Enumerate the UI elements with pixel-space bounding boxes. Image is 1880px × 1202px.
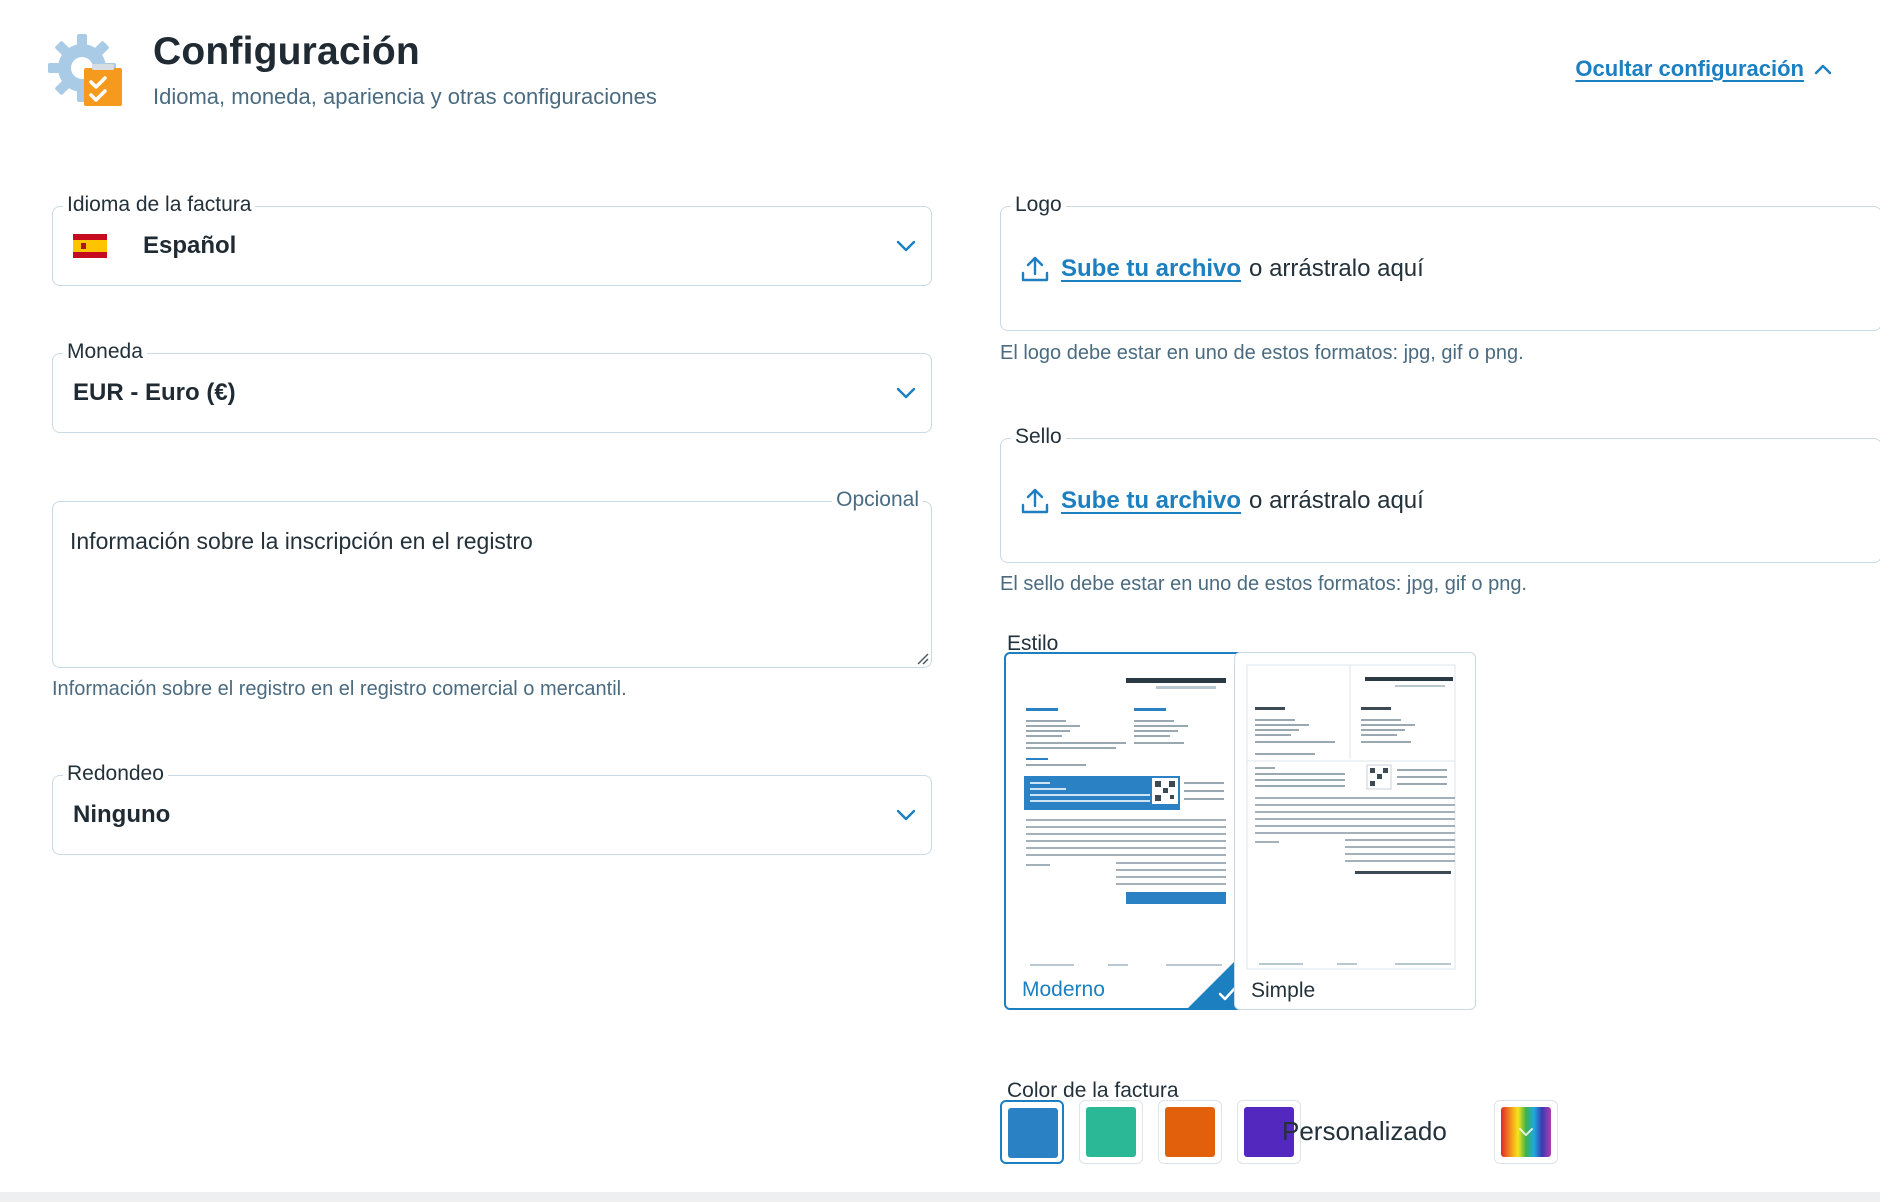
color-swatch-blue-fill	[1008, 1108, 1058, 1158]
custom-color-label: Personalizado	[1282, 1116, 1447, 1146]
currency-value: EUR - Euro (€)	[73, 379, 236, 406]
rounding-select[interactable]: Redondeo Ninguno	[52, 761, 932, 855]
language-select[interactable]: Idioma de la factura Español	[52, 192, 932, 286]
stamp-upload-dropzone[interactable]: Sello Sube tu archivo o arrástralo aquí	[1000, 424, 1880, 563]
hide-configuration-label: Ocultar configuración	[1575, 56, 1804, 81]
settings-gear-checklist-icon	[48, 34, 122, 106]
currency-select[interactable]: Moneda EUR - Euro (€)	[52, 339, 932, 433]
logo-upload-text: o arrástralo aquí	[1249, 254, 1424, 282]
page-subtitle: Idioma, moneda, apariencia y otras confi…	[153, 84, 657, 109]
style-option-modern[interactable]: Moderno	[1004, 652, 1246, 1010]
color-swatch-teal[interactable]	[1079, 1100, 1143, 1164]
registration-hint: Información sobre el registro en el regi…	[52, 678, 627, 700]
color-swatch-teal-fill	[1086, 1107, 1136, 1157]
logo-upload-dropzone[interactable]: Logo Sube tu archivo o arrástralo aquí	[1000, 192, 1880, 331]
style-option-simple[interactable]: Simple	[1234, 652, 1476, 1010]
color-swatch-orange-fill	[1165, 1107, 1215, 1157]
stamp-hint: El sello debe estar en uno de estos form…	[1000, 573, 1527, 595]
upload-icon	[1021, 256, 1049, 281]
stamp-upload-text: o arrástralo aquí	[1249, 486, 1424, 514]
stamp-upload-link[interactable]: Sube tu archivo	[1061, 487, 1241, 515]
page-title: Configuración	[153, 30, 420, 73]
hide-configuration-link[interactable]: Ocultar configuración	[1575, 56, 1832, 82]
stamp-label: Sello	[1011, 424, 1066, 450]
logo-upload-link[interactable]: Sube tu archivo	[1061, 255, 1241, 283]
custom-color-picker[interactable]	[1494, 1100, 1558, 1164]
registration-info-textarea[interactable]: Opcional Información sobre la inscripció…	[52, 487, 932, 668]
chevron-up-icon	[1814, 64, 1832, 75]
style-option-modern-label: Moderno	[1022, 978, 1105, 1001]
page-bottom-edge	[0, 1192, 1880, 1202]
chevron-down-icon	[1519, 1128, 1533, 1136]
chevron-down-icon	[896, 387, 916, 399]
logo-hint: El logo debe estar en uno de estos forma…	[1000, 342, 1524, 364]
spain-flag-icon	[73, 234, 107, 258]
color-swatch-blue[interactable]	[1000, 1100, 1064, 1164]
language-value: Español	[143, 232, 237, 259]
upload-icon	[1021, 488, 1049, 513]
resize-handle-icon[interactable]	[913, 649, 929, 665]
color-swatch-orange[interactable]	[1158, 1100, 1222, 1164]
logo-label: Logo	[1011, 192, 1066, 218]
optional-label: Opcional	[832, 487, 923, 513]
chevron-down-icon	[896, 809, 916, 821]
rounding-value: Ninguno	[73, 801, 171, 828]
registration-placeholder: Información sobre la inscripción en el r…	[70, 528, 533, 554]
settings-page: Configuración Idioma, moneda, apariencia…	[0, 0, 1880, 1202]
style-option-simple-label: Simple	[1251, 979, 1316, 1002]
rainbow-gradient-fill	[1501, 1107, 1551, 1157]
chevron-down-icon	[896, 240, 916, 252]
modern-invoice-preview	[1016, 664, 1238, 984]
simple-invoice-preview	[1245, 663, 1467, 983]
